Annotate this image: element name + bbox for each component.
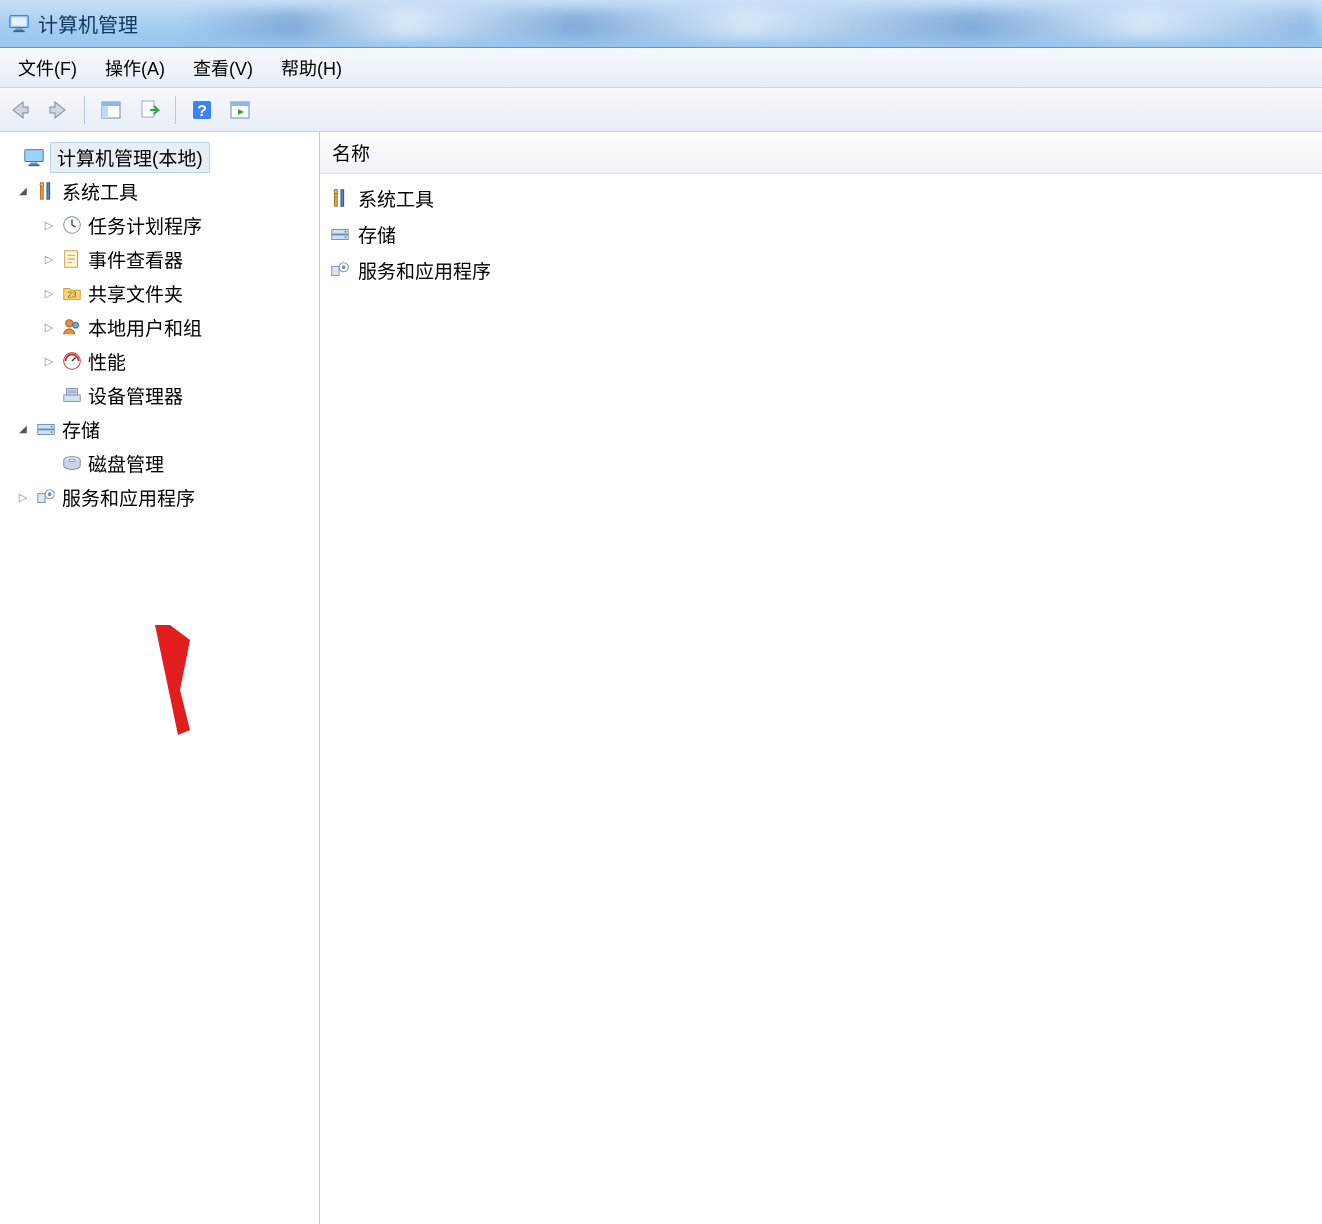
svg-text:23: 23	[67, 291, 77, 300]
list-body: 系统工具 存储 服务和应用程序	[320, 174, 1322, 294]
expander-open-icon[interactable]	[16, 184, 30, 198]
tree-disk-management-label: 磁盘管理	[88, 450, 164, 477]
shared-folder-icon: 23	[60, 281, 84, 305]
tree-device-manager[interactable]: 设备管理器	[2, 378, 315, 412]
event-log-icon	[60, 247, 84, 271]
tools-icon	[34, 179, 58, 203]
list-label: 服务和应用程序	[358, 257, 491, 284]
tree-system-tools-label: 系统工具	[62, 178, 138, 205]
tree-shared-folders-label: 共享文件夹	[88, 280, 183, 307]
services-icon	[34, 485, 58, 509]
forward-button[interactable]	[42, 94, 74, 126]
tools-icon	[328, 186, 352, 210]
tree-device-manager-label: 设备管理器	[88, 382, 183, 409]
tree-disk-management[interactable]: 磁盘管理	[2, 446, 315, 480]
list-item-services-apps[interactable]: 服务和应用程序	[324, 252, 1318, 288]
app-icon	[8, 12, 32, 36]
expander-closed-icon[interactable]	[42, 286, 56, 300]
tree-services-apps[interactable]: 服务和应用程序	[2, 480, 315, 514]
clock-icon	[60, 213, 84, 237]
computer-mgmt-icon	[22, 145, 46, 169]
window-play-icon	[228, 98, 252, 122]
menu-file[interactable]: 文件(F)	[4, 51, 91, 85]
tree-local-users-groups[interactable]: 本地用户和组	[2, 310, 315, 344]
titlebar: 计算机管理	[0, 0, 1322, 48]
tree-local-users-groups-label: 本地用户和组	[88, 314, 202, 341]
help-icon: ?	[190, 98, 214, 122]
list-item-system-tools[interactable]: 系统工具	[324, 180, 1318, 216]
properties-button[interactable]	[133, 94, 165, 126]
tree-task-scheduler[interactable]: 任务计划程序	[2, 208, 315, 242]
tree-system-tools[interactable]: 系统工具	[2, 174, 315, 208]
tree-performance-label: 性能	[88, 348, 126, 375]
action-list-button[interactable]	[224, 94, 256, 126]
services-icon	[328, 258, 352, 282]
main-panel: 计算机管理(本地) 系统工具 任务计划程序 事件查看器	[0, 132, 1322, 1224]
titlebar-blur	[178, 9, 1314, 39]
tree-root-label: 计算机管理(本地)	[50, 142, 210, 173]
storage-icon	[328, 222, 352, 246]
help-button[interactable]: ?	[186, 94, 218, 126]
users-icon	[60, 315, 84, 339]
window-title: 计算机管理	[38, 9, 138, 38]
expander-closed-icon[interactable]	[42, 252, 56, 266]
list-label: 存储	[358, 221, 396, 248]
tree-storage[interactable]: 存储	[2, 412, 315, 446]
toolbar-separator	[84, 96, 85, 124]
tree-storage-label: 存储	[62, 416, 100, 443]
tree-event-viewer[interactable]: 事件查看器	[2, 242, 315, 276]
list-item-storage[interactable]: 存储	[324, 216, 1318, 252]
tree-shared-folders[interactable]: 23 共享文件夹	[2, 276, 315, 310]
tree-pane[interactable]: 计算机管理(本地) 系统工具 任务计划程序 事件查看器	[0, 132, 320, 1224]
list-pane: 名称 系统工具 存储 服务和应用程序	[320, 132, 1322, 1224]
tree-performance[interactable]: 性能	[2, 344, 315, 378]
back-button[interactable]	[4, 94, 36, 126]
toolbar-separator	[175, 96, 176, 124]
device-manager-icon	[60, 383, 84, 407]
tree-task-scheduler-label: 任务计划程序	[88, 212, 202, 239]
toolbar: ?	[0, 88, 1322, 132]
svg-text:?: ?	[197, 103, 207, 120]
tree-event-viewer-label: 事件查看器	[88, 246, 183, 273]
expander-closed-icon[interactable]	[16, 490, 30, 504]
console-tree-icon	[99, 98, 123, 122]
expander-closed-icon[interactable]	[42, 218, 56, 232]
page-go-icon	[137, 98, 161, 122]
column-header-name[interactable]: 名称	[320, 132, 1322, 174]
expander-closed-icon[interactable]	[42, 320, 56, 334]
menubar: 文件(F) 操作(A) 查看(V) 帮助(H)	[0, 48, 1322, 88]
expander-open-icon[interactable]	[16, 422, 30, 436]
arrow-left-icon	[8, 98, 32, 122]
performance-icon	[60, 349, 84, 373]
tree-services-apps-label: 服务和应用程序	[62, 484, 195, 511]
menu-action[interactable]: 操作(A)	[91, 51, 179, 85]
menu-help[interactable]: 帮助(H)	[267, 51, 356, 85]
expander-closed-icon[interactable]	[42, 354, 56, 368]
list-label: 系统工具	[358, 185, 434, 212]
tree-root[interactable]: 计算机管理(本地)	[2, 140, 315, 174]
disk-icon	[60, 451, 84, 475]
menu-view[interactable]: 查看(V)	[179, 51, 267, 85]
arrow-right-icon	[46, 98, 70, 122]
show-hide-tree-button[interactable]	[95, 94, 127, 126]
storage-icon	[34, 417, 58, 441]
